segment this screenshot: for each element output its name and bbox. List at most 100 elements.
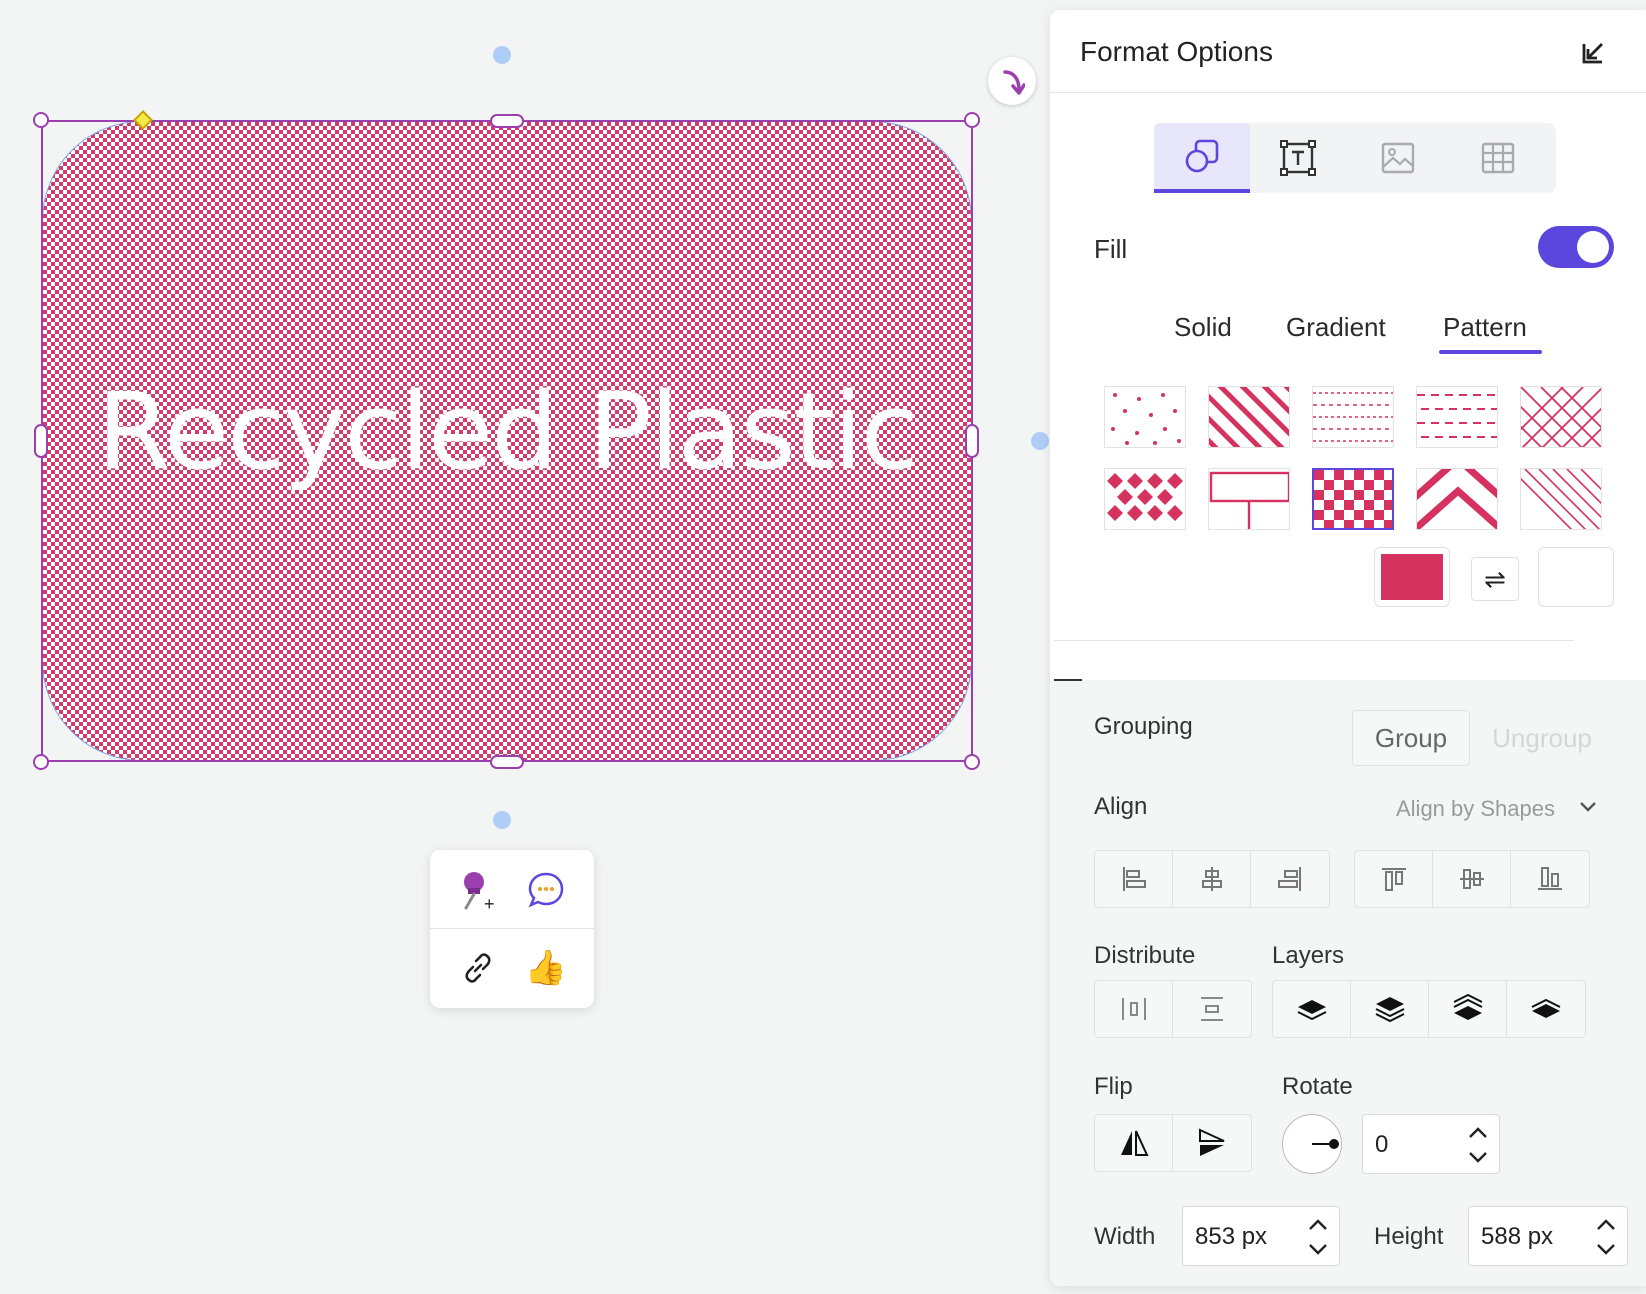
width-input[interactable]: 853 px — [1182, 1206, 1340, 1266]
bring-to-front-button[interactable] — [1507, 981, 1585, 1037]
chevron-down-icon[interactable] — [1578, 800, 1598, 814]
thumbs-up-icon[interactable]: 👍 — [516, 938, 576, 998]
link-icon — [465, 953, 491, 983]
format-options-panel: Format Options Fill Solid Gradient Patte… — [1050, 10, 1646, 1286]
align-center-button[interactable] — [1173, 851, 1251, 907]
resize-handle-right[interactable] — [965, 424, 979, 458]
align-bottom-icon — [1538, 867, 1562, 890]
canvas[interactable]: Recycled Plastic + 👍 — [0, 0, 1050, 1294]
flip-vertical-icon — [1199, 1128, 1225, 1156]
send-to-back-button[interactable] — [1273, 981, 1351, 1037]
group-button[interactable]: Group — [1352, 710, 1470, 766]
tab-shape[interactable] — [1154, 123, 1250, 193]
resize-handle-bottom-right[interactable] — [964, 754, 980, 770]
send-to-back-icon — [1297, 1000, 1326, 1021]
resize-handle-bottom-left[interactable] — [33, 754, 49, 770]
align-middle-button[interactable] — [1433, 851, 1511, 907]
rotate-handle[interactable] — [988, 57, 1036, 105]
add-pin-button[interactable]: + — [448, 860, 508, 920]
rotate-input[interactable]: 0 — [1362, 1114, 1500, 1174]
collapse-panel-icon[interactable] — [1578, 38, 1608, 68]
rotate-label: Rotate — [1282, 1073, 1353, 1100]
distribute-label: Distribute — [1094, 942, 1196, 969]
tab-text[interactable] — [1250, 123, 1346, 193]
add-link-button[interactable] — [448, 938, 508, 998]
grouping-label: Grouping — [1094, 713, 1193, 740]
align-right-icon — [1278, 867, 1301, 891]
fill-type-solid[interactable]: Solid — [1174, 312, 1232, 343]
table-icon — [1481, 142, 1515, 174]
align-top-icon — [1381, 868, 1406, 891]
distribute-vertical-button[interactable] — [1173, 981, 1251, 1037]
pattern-chevron[interactable] — [1416, 468, 1498, 530]
distribute-horizontal-button[interactable] — [1095, 981, 1173, 1037]
fill-type-gradient[interactable]: Gradient — [1286, 312, 1386, 343]
format-tabbar — [1154, 123, 1556, 193]
resize-handle-bottom[interactable] — [490, 755, 524, 769]
pushpin-add-icon: + — [464, 872, 495, 912]
distribute-group — [1094, 980, 1252, 1038]
rotation-dial[interactable] — [1282, 1114, 1342, 1174]
panel-title: Format Options — [1080, 36, 1273, 67]
resize-handle-top-right[interactable] — [964, 112, 980, 128]
bring-forward-button[interactable] — [1429, 981, 1507, 1037]
pattern-crosshatch[interactable] — [1520, 386, 1602, 448]
bring-forward-icon — [1453, 994, 1482, 1020]
pattern-dashed-diagonal[interactable] — [1312, 386, 1394, 448]
bottom-connection-point[interactable] — [493, 811, 511, 829]
foreground-color-swatch — [1381, 554, 1443, 600]
quick-actions-toolbar: + 👍 — [430, 850, 594, 1008]
pattern-checkerboard[interactable] — [1312, 468, 1394, 530]
stepper-icon[interactable] — [1595, 1215, 1617, 1259]
layers-label: Layers — [1272, 942, 1345, 969]
comment-icon — [528, 872, 564, 908]
ungroup-button[interactable]: Ungroup — [1470, 710, 1614, 766]
fill-toggle[interactable] — [1538, 226, 1614, 268]
distribute-vertical-icon — [1201, 997, 1223, 1021]
pattern-diagonal-wide[interactable] — [1208, 386, 1290, 448]
rotate-value: 0 — [1375, 1131, 1389, 1158]
fill-type-pattern[interactable]: Pattern — [1443, 312, 1527, 343]
shape-icon — [1185, 139, 1219, 173]
align-bottom-button[interactable] — [1511, 851, 1589, 907]
section-marker — [1054, 679, 1082, 681]
stepper-icon[interactable] — [1307, 1215, 1329, 1259]
pattern-dots[interactable] — [1104, 386, 1186, 448]
add-comment-button[interactable] — [516, 860, 576, 920]
right-connection-point[interactable] — [1031, 432, 1049, 450]
pattern-dashed-lines[interactable] — [1416, 386, 1498, 448]
svg-text:+: + — [484, 894, 495, 912]
stepper-icon[interactable] — [1467, 1123, 1489, 1167]
toolbar-divider — [430, 928, 594, 929]
resize-handle-top-left[interactable] — [33, 112, 49, 128]
width-value: 853 px — [1195, 1223, 1268, 1250]
height-input[interactable]: 588 px — [1468, 1206, 1628, 1266]
pattern-bricks[interactable] — [1208, 468, 1290, 530]
align-top-button[interactable] — [1355, 851, 1433, 907]
tab-table[interactable] — [1450, 123, 1546, 193]
pattern-diamonds[interactable] — [1104, 468, 1186, 530]
send-backward-icon — [1375, 997, 1404, 1023]
align-left-button[interactable] — [1095, 851, 1173, 907]
text-icon — [1280, 140, 1316, 176]
align-mode-select[interactable]: Align by Shapes — [1396, 796, 1555, 822]
height-label: Height — [1374, 1223, 1444, 1250]
tab-image[interactable] — [1350, 123, 1446, 193]
flip-horizontal-icon — [1120, 1130, 1149, 1156]
top-connection-point[interactable] — [493, 46, 511, 64]
flip-vertical-button[interactable] — [1173, 1115, 1251, 1171]
flip-horizontal-button[interactable] — [1095, 1115, 1173, 1171]
pattern-foreground-color[interactable] — [1374, 547, 1450, 607]
swap-icon: ⇌ — [1484, 563, 1506, 594]
swap-colors-button[interactable]: ⇌ — [1471, 557, 1519, 601]
align-right-button[interactable] — [1251, 851, 1329, 907]
distribute-horizontal-icon — [1121, 998, 1146, 1020]
pattern-diagonal-thin[interactable] — [1520, 468, 1602, 530]
align-middle-icon — [1459, 869, 1484, 889]
resize-handle-left[interactable] — [34, 424, 48, 458]
pattern-background-color[interactable] — [1538, 547, 1614, 607]
send-backward-button[interactable] — [1351, 981, 1429, 1037]
height-value: 588 px — [1481, 1223, 1554, 1250]
resize-handle-top[interactable] — [490, 114, 524, 128]
fill-label: Fill — [1094, 234, 1128, 264]
